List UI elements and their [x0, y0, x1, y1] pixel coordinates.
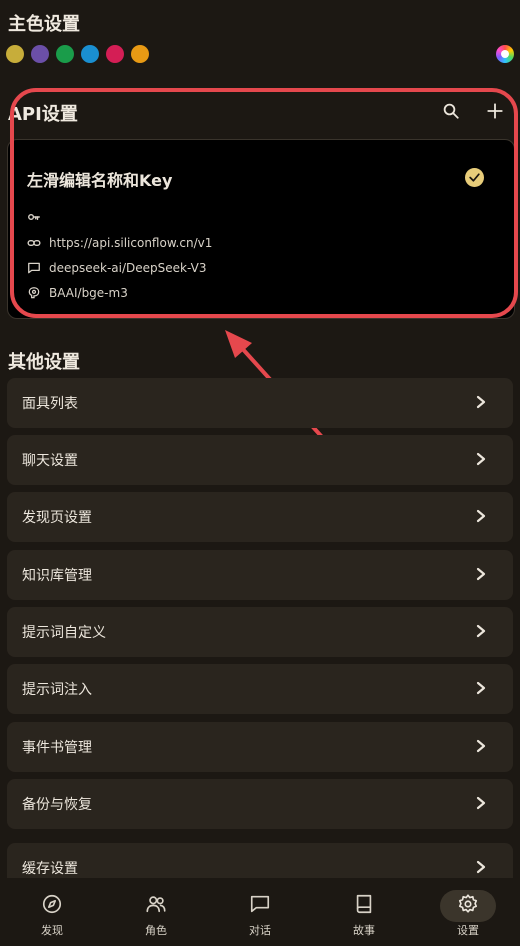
- nav-label: 发现: [41, 924, 63, 937]
- menu-item-backup-restore[interactable]: 备份与恢复: [7, 779, 513, 829]
- compass-icon: [41, 893, 63, 919]
- nav-label: 设置: [457, 924, 479, 937]
- chevron-right-icon: [475, 451, 487, 470]
- menu-item-label: 聊天设置: [22, 453, 78, 469]
- chevron-right-icon: [475, 508, 487, 527]
- gear-icon: [457, 893, 479, 919]
- menu-item-label: 备份与恢复: [22, 797, 92, 813]
- menu-item-label: 面具列表: [22, 396, 78, 412]
- menu-item-prompt-injection[interactable]: 提示词注入: [7, 664, 513, 714]
- nav-item-settings[interactable]: 设置: [416, 878, 520, 938]
- nav-label: 角色: [145, 924, 167, 937]
- menu-item-knowledge-base[interactable]: 知识库管理: [7, 550, 513, 600]
- chevron-right-icon: [475, 394, 487, 413]
- chevron-right-icon: [475, 795, 487, 814]
- nav-item-characters[interactable]: 角色: [104, 878, 208, 938]
- chat-icon: [249, 893, 271, 919]
- nav-item-chat[interactable]: 对话: [208, 878, 312, 938]
- menu-item-label: 发现页设置: [22, 510, 92, 526]
- nav-item-stories[interactable]: 故事: [312, 878, 416, 938]
- bottom-nav: 发现 角色 对话 故事 设置: [0, 878, 520, 946]
- menu-item-chat-settings[interactable]: 聊天设置: [7, 435, 513, 485]
- chevron-right-icon: [475, 680, 487, 699]
- menu-item-label: 事件书管理: [22, 740, 92, 756]
- people-icon: [145, 893, 167, 919]
- menu-item-prompt-custom[interactable]: 提示词自定义: [7, 607, 513, 657]
- menu-item-discover-settings[interactable]: 发现页设置: [7, 492, 513, 542]
- menu-item-label: 知识库管理: [22, 568, 92, 584]
- menu-item-label: 提示词自定义: [22, 625, 106, 641]
- menu-item-label: 缓存设置: [22, 861, 78, 877]
- other-section-title: 其他设置: [8, 352, 80, 373]
- book-icon: [353, 893, 375, 919]
- menu-item-label: 提示词注入: [22, 682, 92, 698]
- nav-item-discover[interactable]: 发现: [0, 878, 104, 938]
- chevron-right-icon: [475, 566, 487, 585]
- menu-item-event-book[interactable]: 事件书管理: [7, 722, 513, 772]
- chevron-right-icon: [475, 859, 487, 878]
- chevron-right-icon: [475, 738, 487, 757]
- menu-item-masks[interactable]: 面具列表: [7, 378, 513, 428]
- nav-label: 故事: [353, 924, 375, 937]
- nav-label: 对话: [249, 924, 271, 937]
- chevron-right-icon: [475, 623, 487, 642]
